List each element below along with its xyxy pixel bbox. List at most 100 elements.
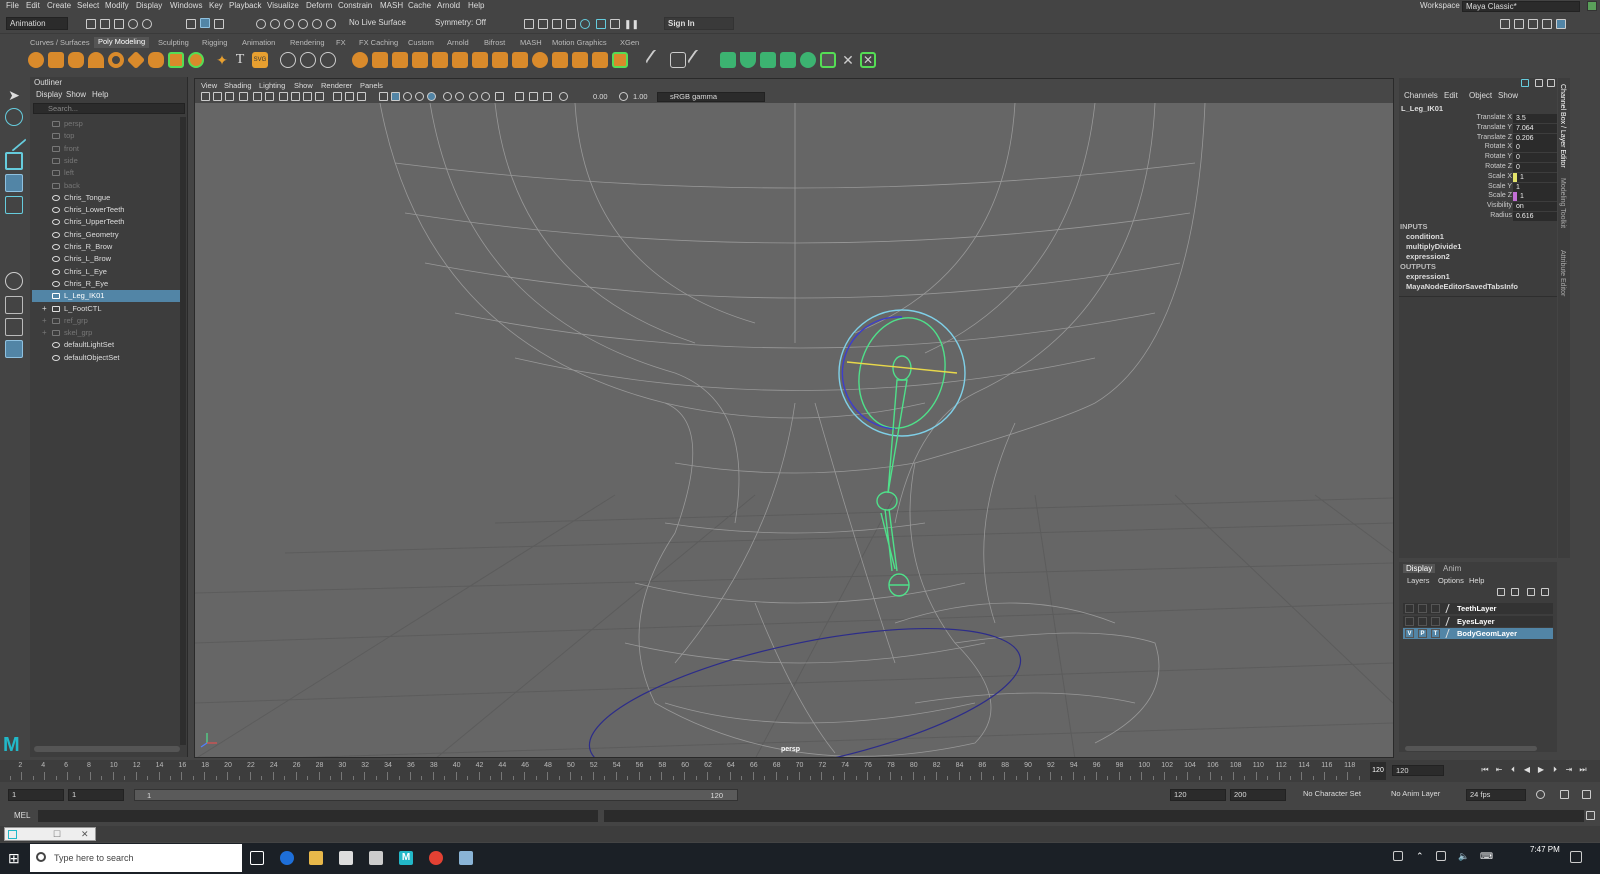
snap-view-plane-icon[interactable] [312, 19, 322, 29]
restore-icon[interactable]: ☐ [53, 829, 61, 840]
script-editor-icon[interactable] [1586, 811, 1595, 820]
outliner-item[interactable]: defaultObjectSet [32, 352, 180, 364]
color-space-select[interactable]: sRGB gamma [657, 92, 765, 102]
shelf-tab-poly-modeling[interactable]: Poly Modeling [94, 37, 150, 48]
command-language[interactable]: MEL [14, 811, 30, 820]
command-input[interactable] [38, 810, 598, 822]
reduce-icon[interactable] [432, 52, 448, 68]
snap-point-icon[interactable] [284, 19, 294, 29]
outliner-item[interactable]: + skel_grp [32, 327, 180, 339]
platonic-solid-icon[interactable] [168, 52, 184, 68]
select-hierarchy-icon[interactable] [186, 19, 196, 29]
sweep-mesh-icon[interactable]: ✦ [214, 52, 230, 68]
step-back-key-icon[interactable]: ⇤ [1494, 765, 1504, 775]
attribute-value-field[interactable]: on [1513, 202, 1557, 212]
scale-tool-icon[interactable] [5, 196, 23, 214]
auto-key-icon[interactable] [1560, 790, 1569, 799]
snap-curve-icon[interactable] [270, 19, 280, 29]
spherical-mapping-icon[interactable] [780, 52, 796, 68]
animation-end-field[interactable]: 200 [1230, 789, 1286, 801]
shelf-tab-mash[interactable]: MASH [520, 38, 542, 47]
expand-icon[interactable]: + [42, 327, 47, 339]
safe-action-icon[interactable] [345, 92, 354, 101]
channels-edit-menu[interactable]: Edit [1444, 91, 1458, 100]
unfold-uv-icon[interactable]: ✕ [840, 52, 856, 68]
menu-key[interactable]: Key [209, 1, 223, 10]
menu-file[interactable]: File [6, 1, 19, 10]
channels-menu[interactable]: Channels [1404, 91, 1438, 100]
go-to-end-icon[interactable]: ⏭ [1578, 765, 1588, 775]
poke-icon[interactable] [612, 52, 628, 68]
shelf-tab-rigging[interactable]: Rigging [202, 38, 227, 47]
step-forward-frame-icon[interactable]: ⏵ [1550, 765, 1560, 775]
bookmarks-icon[interactable] [225, 92, 234, 101]
grid-icon[interactable] [279, 92, 288, 101]
menu-display[interactable]: Display [136, 1, 162, 10]
arnold-render-icon[interactable] [610, 19, 620, 29]
move-layer-up-icon[interactable] [1497, 588, 1505, 596]
shelf-tab-custom[interactable]: Custom [408, 38, 434, 47]
lasso-tool-icon[interactable] [5, 108, 23, 126]
select-object-icon[interactable] [200, 18, 210, 28]
layer-color-icon[interactable] [1445, 604, 1455, 613]
outliner-item[interactable]: Chris_L_Eye [32, 266, 180, 278]
go-to-start-icon[interactable]: ⏮ [1480, 765, 1490, 775]
outliner-item[interactable]: Chris_UpperTeeth [32, 216, 180, 228]
shelf-tab-sculpting[interactable]: Sculpting [158, 38, 189, 47]
viewport-menu-renderer[interactable]: Renderer [321, 81, 352, 90]
outliner-item[interactable]: left [32, 167, 180, 179]
outliner-item[interactable]: L_Leg_IK01 [32, 290, 180, 303]
attribute-editor-icon[interactable] [1528, 19, 1538, 29]
attribute-row[interactable]: Scale Y1 [1399, 182, 1557, 193]
insert-edge-loop-icon[interactable] [670, 52, 686, 68]
isolate-select-icon[interactable] [515, 92, 524, 101]
current-frame-marker[interactable]: 120 [1370, 762, 1386, 780]
xray-icon[interactable] [529, 92, 538, 101]
shelf-tab-fx-caching[interactable]: FX Caching [359, 38, 398, 47]
step-back-frame-icon[interactable]: ⏴ [1508, 765, 1518, 775]
exposure-field[interactable]: 0.00 [593, 92, 608, 101]
outliner-item[interactable]: defaultLightSet [32, 339, 180, 351]
expand-icon[interactable]: + [42, 315, 47, 327]
smooth-shade-icon[interactable] [391, 92, 400, 101]
attribute-value-field[interactable]: 0 [1513, 153, 1557, 163]
attribute-value-field[interactable]: 0 [1513, 143, 1557, 153]
viewport-panel[interactable]: View Shading Lighting Show Renderer Pane… [194, 78, 1394, 758]
outliner-item[interactable]: back [32, 180, 180, 192]
workspace-select[interactable]: Maya Classic* [1462, 1, 1580, 12]
volume-icon[interactable]: 🔈 [1458, 851, 1472, 865]
outliner-scrollbar[interactable] [180, 117, 186, 745]
safe-title-icon[interactable] [357, 92, 366, 101]
attribute-row[interactable]: Translate Z 0.206 [1399, 133, 1557, 144]
outliner-item[interactable]: persp [32, 118, 180, 130]
open-scene-icon[interactable] [100, 19, 110, 29]
offset-edge-loop-icon[interactable] [686, 48, 710, 72]
paint-select-tool-icon[interactable] [1, 126, 27, 152]
input-node[interactable]: expression2 [1406, 252, 1450, 261]
use-all-lights-icon[interactable] [427, 92, 436, 101]
app-icon[interactable] [459, 851, 473, 865]
chrome-icon[interactable] [429, 851, 443, 865]
snap-grid-icon[interactable] [256, 19, 266, 29]
windows-start-icon[interactable]: ⊞ [8, 851, 22, 865]
scene-view[interactable] [195, 103, 1393, 758]
anti-aliasing-icon[interactable] [481, 92, 490, 101]
two-view-layout-icon[interactable] [5, 318, 23, 336]
menu-mash[interactable]: MASH [380, 1, 403, 10]
attribute-value-field[interactable]: 1 [1513, 182, 1557, 192]
type-tool-icon[interactable]: T [232, 52, 248, 68]
channels-object-menu[interactable]: Object [1469, 91, 1492, 100]
hypershade-icon[interactable] [580, 19, 590, 29]
shelf-tab-rendering[interactable]: Rendering [290, 38, 325, 47]
loop-icon[interactable] [1536, 790, 1545, 799]
side-tab-attribute-editor[interactable]: Attribute Editor [1559, 250, 1566, 296]
character-set-select[interactable]: No Character Set [1300, 789, 1380, 801]
new-empty-layer-icon[interactable] [1527, 588, 1535, 596]
retopologize-icon[interactable] [472, 52, 488, 68]
target-weld-icon[interactable] [592, 52, 608, 68]
layer-visibility-toggle[interactable] [1405, 604, 1414, 613]
attribute-value-field[interactable]: 0.206 [1513, 133, 1557, 143]
outliner-layout-icon[interactable] [5, 340, 23, 358]
shelf-tab-animation[interactable]: Animation [242, 38, 275, 47]
play-backwards-icon[interactable]: ◀ [1522, 765, 1532, 775]
